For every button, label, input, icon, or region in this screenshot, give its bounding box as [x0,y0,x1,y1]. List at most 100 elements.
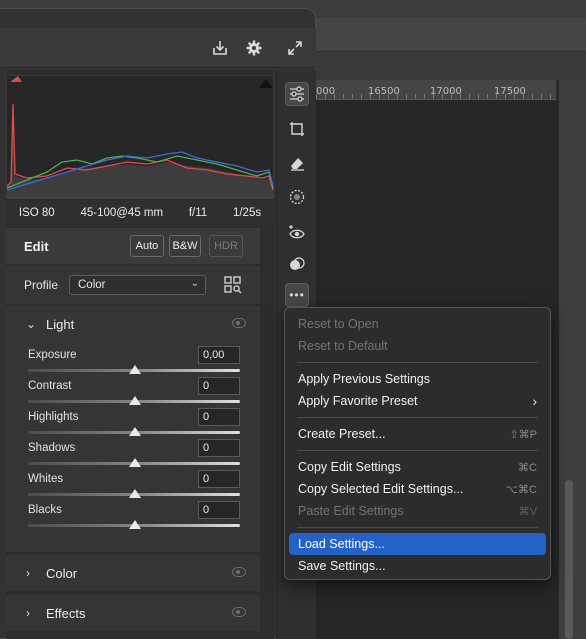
sliders-icon[interactable] [285,82,309,106]
more-icon[interactable]: ••• [285,283,309,307]
edit-header: Edit Auto B&W HDR [6,228,260,264]
shutter-value: 1/25s [232,207,262,219]
red-eye-icon[interactable] [285,220,309,244]
profile-value: Color [78,279,106,291]
menu-item-save-settings[interactable]: Save Settings... [289,555,546,577]
eye-icon[interactable] [232,318,246,328]
eye-icon[interactable] [232,567,246,577]
chevron-down-icon: ⌄ [26,317,37,331]
menu-item-copy-selected-edit-settings[interactable]: Copy Selected Edit Settings... ⌥⌘C [289,478,546,500]
menu-separator [297,417,538,418]
menu-item-label: Create Preset... [298,427,386,441]
profile-select[interactable]: Color ⌄ [69,275,206,295]
light-section: ⌄ Light Exposure 0,00 Contrast 0 Highlig… [6,306,260,552]
menu-shortcut: ⌥⌘C [505,483,537,496]
slider-thumb[interactable] [129,458,141,467]
chevron-right-icon: › [532,393,537,409]
menu-item-apply-favorite-preset[interactable]: Apply Favorite Preset › [289,390,546,412]
light-title: Light [46,316,75,332]
eye-icon[interactable] [232,607,246,617]
menu-item-label: Paste Edit Settings [298,504,404,518]
masking-icon[interactable] [285,185,309,209]
menu-shortcut: ⇧⌘P [509,428,537,441]
slider-value-input[interactable]: 0 [198,377,240,395]
menu-separator [297,527,538,528]
slider-thumb[interactable] [129,520,141,529]
document-toolbar [316,18,586,52]
color-section: › Color [6,555,260,591]
slider-value-input[interactable]: 0 [198,501,240,519]
menu-item-reset-to-default[interactable]: Reset to Default [289,335,546,357]
slider-value-input[interactable]: 0 [198,408,240,426]
slider-value-input[interactable]: 0 [198,439,240,457]
bw-button[interactable]: B&W [169,235,201,257]
light-section-header[interactable]: ⌄ Light [6,306,260,342]
shadows-slider[interactable]: Shadows 0 [28,439,246,472]
exposure-slider[interactable]: Exposure 0,00 [28,346,246,379]
menu-item-label: Apply Favorite Preset [298,394,418,408]
lens-value: 45-100@45 mm [80,207,164,219]
document-tab-bar [316,52,586,80]
menu-item-label: Load Settings... [298,537,385,551]
horizontal-ruler: 000 16500 17000 17500 [316,80,556,100]
highlights-slider[interactable]: Highlights 0 [28,408,246,441]
menu-shortcut: ⌘V [518,505,537,518]
menu-item-label: Reset to Default [298,339,388,353]
hdr-button[interactable]: HDR [209,235,243,257]
export-icon[interactable] [208,36,232,60]
slider-value-input[interactable]: 0 [198,470,240,488]
slider-value-input[interactable]: 0,00 [198,346,240,364]
color-section-header[interactable]: › Color [6,555,260,591]
camera-info-bar: ISO 80 45-100@45 mm f/11 1/25s [6,200,274,226]
ruler-ticks [316,94,556,99]
menu-item-paste-edit-settings[interactable]: Paste Edit Settings ⌘V [289,500,546,522]
menu-item-label: Copy Selected Edit Settings... [298,482,464,496]
slider-label: Highlights [28,411,79,423]
menu-item-apply-previous-settings[interactable]: Apply Previous Settings [289,368,546,390]
profile-label: Profile [24,278,59,292]
slider-label: Whites [28,473,64,485]
clipping-shadow-warning-icon [10,76,22,82]
contrast-slider[interactable]: Contrast 0 [28,377,246,410]
context-menu: Reset to Open Reset to Default Apply Pre… [284,307,551,580]
effects-title: Effects [46,605,86,621]
auto-button[interactable]: Auto [130,235,164,257]
menu-item-create-preset[interactable]: Create Preset... ⇧⌘P [289,423,546,445]
menu-item-label: Apply Previous Settings [298,372,431,386]
slider-thumb[interactable] [129,489,141,498]
chevron-down-icon: ⌄ [190,278,199,289]
slider-label: Contrast [28,380,72,392]
menu-item-copy-edit-settings[interactable]: Copy Edit Settings ⌘C [289,456,546,478]
clipping-highlight-warning-icon [259,79,273,88]
crop-icon[interactable] [285,117,309,141]
expand-icon[interactable] [283,36,307,60]
effects-section: › Effects [6,595,260,631]
slider-label: Exposure [28,349,77,361]
iso-value: ISO 80 [18,207,55,219]
gear-icon[interactable] [242,36,266,60]
menu-item-label: Reset to Open [298,317,379,331]
slider-label: Blacks [28,504,62,516]
menu-item-load-settings[interactable]: Load Settings... [289,533,546,555]
menu-item-label: Copy Edit Settings [298,460,401,474]
profile-browser-icon[interactable] [224,276,242,294]
slider-thumb[interactable] [129,365,141,374]
vertical-scrollbar[interactable] [565,480,573,639]
color-title: Color [46,565,78,581]
eraser-icon[interactable] [285,151,309,175]
whites-slider[interactable]: Whites 0 [28,470,246,503]
effects-section-header[interactable]: › Effects [6,595,260,631]
menu-item-label: Save Settings... [298,559,386,573]
panel-header [0,28,316,68]
presets-icon[interactable] [285,252,309,276]
slider-thumb[interactable] [129,396,141,405]
edit-title: Edit [24,238,49,254]
slider-label: Shadows [28,442,76,454]
chevron-right-icon: › [26,606,30,620]
menu-separator [297,450,538,451]
menu-shortcut: ⌘C [518,461,537,474]
blacks-slider[interactable]: Blacks 0 [28,501,246,534]
menu-item-reset-to-open[interactable]: Reset to Open [289,313,546,335]
profile-row: Profile Color ⌄ [6,266,260,304]
slider-thumb[interactable] [129,427,141,436]
